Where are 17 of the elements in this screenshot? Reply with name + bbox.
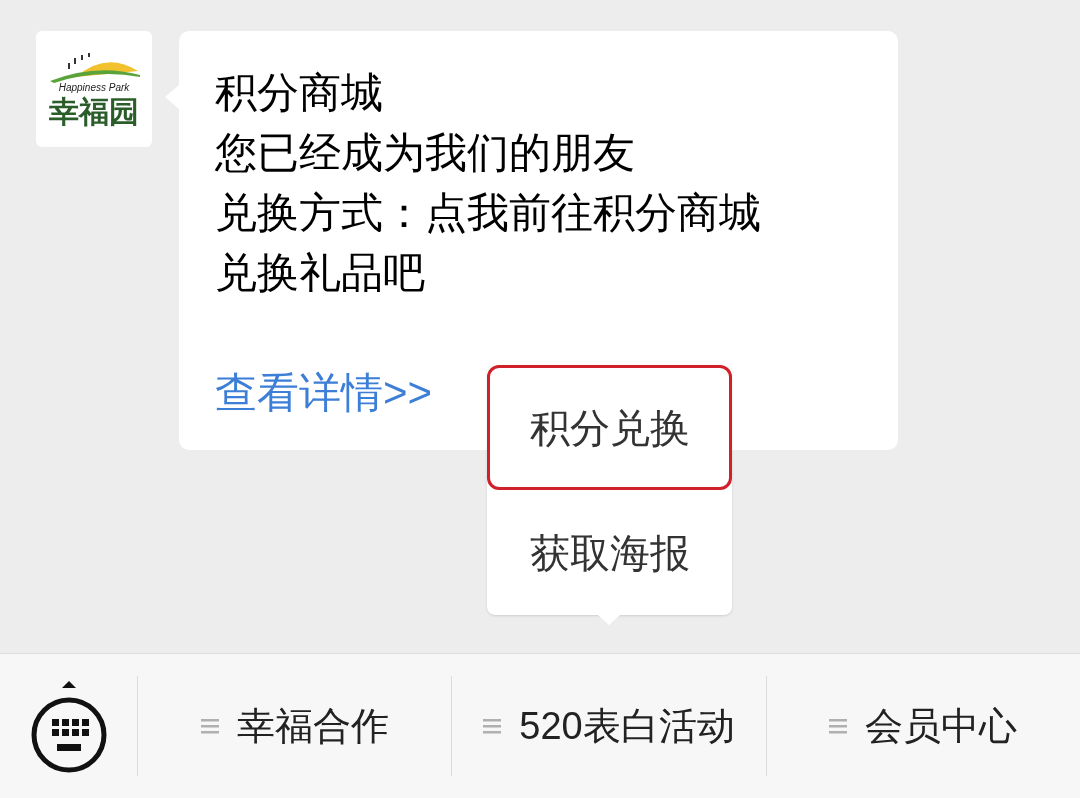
message-text: 您已经成为我们的朋友 <box>215 128 636 178</box>
message-text: 兑换方式：点我前往积分商城 <box>215 188 762 238</box>
menu-icon <box>200 717 219 735</box>
message-text: 兑换礼品吧 <box>215 248 426 298</box>
bottom-menu-item[interactable]: 幸福合作 <box>236 697 389 755</box>
menu-icon <box>829 717 848 735</box>
popup-menu-item[interactable]: 获取海报 <box>487 490 732 615</box>
avatar-logo[interactable]: Happiness Park 幸福园 <box>36 31 152 147</box>
popup-menu-item[interactable]: 积分兑换 <box>487 365 732 490</box>
bottom-menu-item[interactable]: 会员中心 <box>865 697 1018 755</box>
details-link[interactable]: 查看详情>> <box>215 363 433 423</box>
menu-icon <box>483 717 502 735</box>
bottom-menu-item[interactable]: 520表白活动 <box>519 697 735 755</box>
keyboard-icon[interactable] <box>29 678 108 774</box>
logo-name: 幸福园 <box>49 94 139 131</box>
logo-text: Happiness Park <box>58 83 130 94</box>
message-text: 积分商城 <box>215 68 384 118</box>
